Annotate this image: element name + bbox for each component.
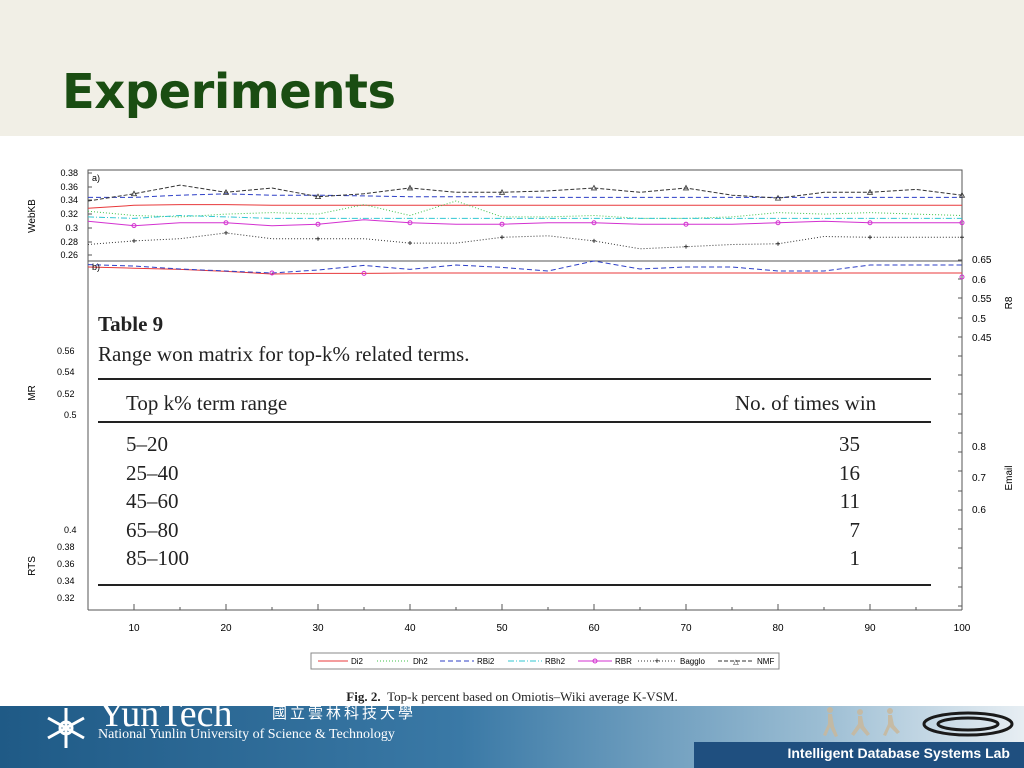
table-header-wins: No. of times win xyxy=(735,391,877,415)
panel-a-label: a) xyxy=(92,173,100,183)
table-cell-range: 25–40 xyxy=(126,461,179,485)
series-marker-bagglo xyxy=(500,235,504,240)
series-marker-bagglo xyxy=(316,236,320,241)
ylabel-r8: R8 xyxy=(1004,296,1015,309)
ytick-rts-1: 0.38 xyxy=(57,542,75,552)
table-cell-wins: 35 xyxy=(839,432,860,456)
table-cell-range: 45–60 xyxy=(126,489,179,513)
ytick-mr-1: 0.54 xyxy=(57,367,75,377)
ytick-webkb-6: 0.26 xyxy=(60,250,78,260)
ytick-webkb-4: 0.3 xyxy=(65,223,78,233)
series-line-nmf xyxy=(87,184,963,202)
series-line-dh2 xyxy=(87,200,963,219)
university-english-name: National Yunlin University of Science & … xyxy=(98,727,395,742)
ytick-r8-1: 0.6 xyxy=(972,275,986,286)
ytick-rts-4: 0.32 xyxy=(57,593,75,603)
ytick-webkb-1: 0.36 xyxy=(60,182,78,192)
table-cell-wins: 11 xyxy=(839,489,860,513)
series-marker-bagglo xyxy=(776,241,780,246)
figure-caption: Fig. 2. Top-k percent based on Omiotis–W… xyxy=(0,689,1024,705)
ylabel-webkb: WebKB xyxy=(27,199,38,233)
legend-marker-nmf: △ xyxy=(733,659,739,666)
series-marker-bagglo xyxy=(868,235,872,240)
table-mid-rule xyxy=(98,421,931,423)
series-line-rbi2 xyxy=(87,260,962,274)
xtick-60: 60 xyxy=(588,623,600,634)
xtick-70: 70 xyxy=(680,623,692,634)
figure-caption-text: Top-k percent based on Omiotis–Wiki aver… xyxy=(387,689,678,704)
xtick-10: 10 xyxy=(128,623,140,634)
ytick-r8-3: 0.5 xyxy=(972,314,986,325)
table-cell-wins: 1 xyxy=(849,546,861,570)
ylabel-rts: RTS xyxy=(27,556,38,576)
table-cell-range: 85–100 xyxy=(126,546,189,570)
table-description: Range won matrix for top-k% related term… xyxy=(98,342,470,366)
legend-label-rbh2: RBh2 xyxy=(545,657,566,666)
xtick-80: 80 xyxy=(772,623,784,634)
ytick-rts-3: 0.34 xyxy=(57,576,75,586)
ytick-webkb-3: 0.32 xyxy=(60,209,78,219)
series-line-rbi2 xyxy=(88,193,962,198)
university-emblem-icon xyxy=(47,708,85,748)
ylabel-mr: MR xyxy=(27,385,38,401)
legend-marker-bagglo: + xyxy=(654,656,659,666)
ytick-mr-0: 0.56 xyxy=(57,346,75,356)
series-marker-bagglo xyxy=(960,235,964,240)
ytick-r8-2: 0.55 xyxy=(972,294,992,305)
series-marker-bagglo xyxy=(592,238,596,243)
ytick-email-1: 0.7 xyxy=(972,473,986,484)
footer-banner: YunTech 國立雲林科技大學 National Yunlin Univers… xyxy=(0,706,1024,768)
xtick-40: 40 xyxy=(404,623,416,634)
legend-label-rbr: RBR xyxy=(615,657,632,666)
xtick-100: 100 xyxy=(954,623,971,634)
ytick-mr-2: 0.52 xyxy=(57,389,75,399)
table-title: Table 9 xyxy=(98,312,164,336)
ytick-webkb-0: 0.38 xyxy=(60,168,78,178)
ytick-rts-0: 0.4 xyxy=(64,525,77,535)
runners-decoration-icon xyxy=(823,707,1014,737)
legend-label-di2: Di2 xyxy=(351,657,364,666)
series-lines xyxy=(87,184,966,280)
series-line-bagglo xyxy=(87,232,962,250)
series-line-di2 xyxy=(87,204,962,209)
ytick-webkb-2: 0.34 xyxy=(60,195,78,205)
table-9: Table 9 Range won matrix for top-k% rela… xyxy=(90,308,940,598)
legend-label-nmf: NMF xyxy=(757,657,774,666)
table-cell-range: 5–20 xyxy=(126,432,168,456)
university-chinese-name: 國立雲林科技大學 xyxy=(272,706,417,722)
table-cell-range: 65–80 xyxy=(126,518,179,542)
table-cell-wins: 16 xyxy=(839,461,860,485)
ytick-email-0: 0.8 xyxy=(972,442,986,453)
series-marker-bagglo xyxy=(132,238,136,243)
ytick-rts-2: 0.36 xyxy=(57,559,75,569)
series-line-rbr xyxy=(87,219,962,227)
ylabel-email: Email xyxy=(1004,465,1015,490)
panel-b-label: b) xyxy=(92,262,100,272)
series-marker-bagglo xyxy=(224,230,228,235)
table-top-rule xyxy=(98,378,931,380)
xtick-30: 30 xyxy=(312,623,324,634)
ytick-r8-4: 0.45 xyxy=(972,333,992,344)
ytick-webkb-5: 0.28 xyxy=(60,237,78,247)
panel-a-frame xyxy=(87,169,963,262)
table-cell-wins: 7 xyxy=(849,518,861,542)
xtick-20: 20 xyxy=(220,623,232,634)
table-bottom-rule xyxy=(98,584,931,586)
lab-name: Intelligent Database Systems Lab xyxy=(787,745,1010,761)
legend-label-bagglo: Bagglo xyxy=(680,657,705,666)
figure-caption-label: Fig. 2. xyxy=(346,689,381,704)
xtick-50: 50 xyxy=(496,623,508,634)
table-header-range: Top k% term range xyxy=(126,391,288,415)
ytick-r8-0: 0.65 xyxy=(972,255,992,266)
xtick-90: 90 xyxy=(864,623,876,634)
legend-label-rbi2: RBi2 xyxy=(477,657,495,666)
series-marker-bagglo xyxy=(684,244,688,249)
ytick-mr-3: 0.5 xyxy=(64,410,77,420)
series-marker-bagglo xyxy=(408,241,412,246)
legend-label-dh2: Dh2 xyxy=(413,657,428,666)
ytick-email-2: 0.6 xyxy=(972,505,986,516)
